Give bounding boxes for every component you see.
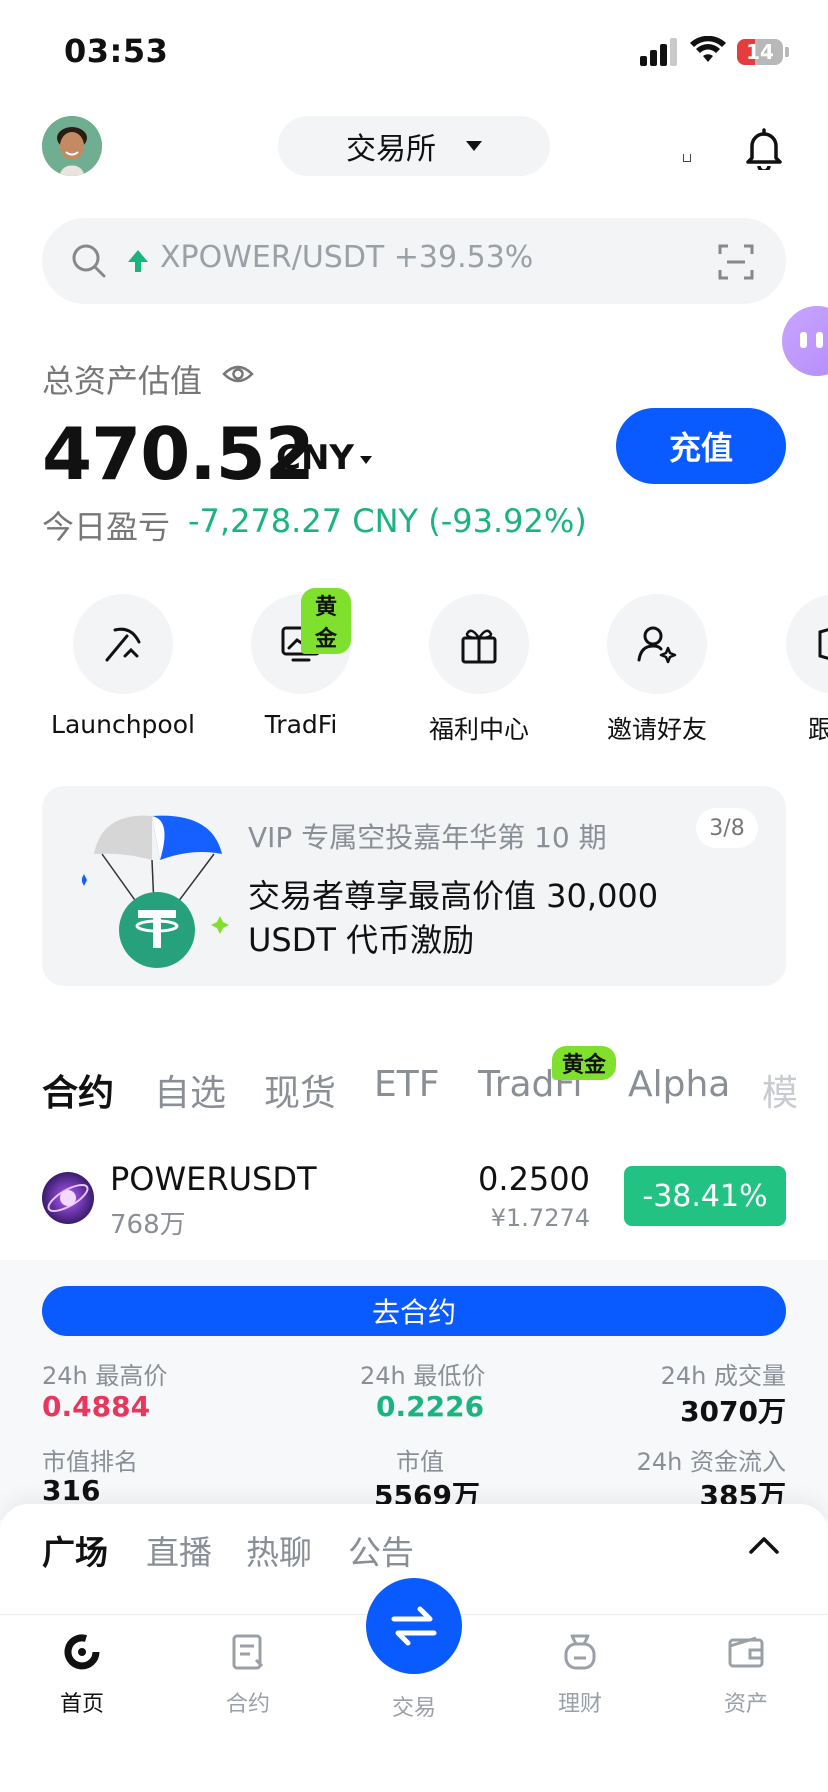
pnl-value: -7,278.27 CNY (-93.92%) [188,502,587,540]
eye-icon[interactable] [222,362,254,386]
tab-more[interactable]: 模 [762,1064,802,1116]
tab-favorites[interactable]: 自选 [154,1064,226,1116]
currency-caret-icon[interactable] [360,456,372,464]
stat-label: 24h 最低价 [360,1362,486,1390]
tab-alpha[interactable]: Alpha [628,1064,730,1105]
coin-logo-icon [42,1172,94,1224]
tab-futures[interactable]: 合约 [42,1064,114,1116]
cellular-signal-icon [640,38,677,66]
tab-live[interactable]: 直播 [146,1526,212,1574]
wallet-icon [728,1636,764,1668]
nav-label: 合约 [225,1692,270,1717]
shortcut-label: 跟 [808,715,828,744]
stat-value: 0.2226 [376,1390,485,1423]
shortcut-label: TradFi [264,710,338,739]
bell-icon[interactable] [744,126,784,170]
ai-assistant-bubble[interactable] [782,306,828,376]
stat-label: 市值 [396,1448,444,1476]
stat-label: 市值排名 [42,1448,138,1476]
shortcut-invite[interactable]: 邀请好友 [572,594,742,746]
shortcut-label: 邀请好友 [606,715,707,744]
scan-icon[interactable] [718,244,754,280]
battery-tip [785,47,789,57]
tab-hot-chat[interactable]: 热聊 [246,1526,312,1574]
earn-icon [564,1634,596,1670]
stat-label: 24h 成交量 [660,1362,786,1390]
market-symbol[interactable]: POWERUSDT [110,1160,317,1198]
nav-earn[interactable]: 理财 [520,1632,640,1718]
nav-label: 首页 [59,1692,104,1717]
stat-value: 0.4884 [42,1390,151,1423]
banner-subtitle: VIP 专属空投嘉年华第 10 期 [248,821,607,854]
exchange-switcher[interactable]: 交易所 [278,116,550,176]
search-icon [72,244,106,278]
tab-announcements[interactable]: 公告 [348,1526,414,1574]
market-price: 0.2500 [478,1160,590,1198]
nav-assets[interactable]: 资产 [686,1632,806,1718]
trend-up-icon [128,250,148,272]
copy-trade-icon [818,628,828,660]
pickaxe-icon [105,627,141,662]
shortcut-tradfi[interactable]: 黄金 TradFi [216,588,386,739]
battery-level: 14 [746,40,774,64]
currency-unit[interactable]: CNY [276,438,354,478]
battery-icon: 14 [737,39,783,65]
promo-banner[interactable]: VIP 专属空投嘉年华第 10 期 交易者尊享最高价值 30,000 USDT … [42,786,786,986]
nav-home[interactable]: 首页 [22,1632,142,1718]
small-indicator-icon [683,154,691,162]
chevron-up-icon[interactable] [748,1534,780,1556]
tab-spot[interactable]: 现货 [264,1064,336,1116]
deposit-button[interactable]: 充值 [616,408,786,484]
caret-down-icon [466,141,482,151]
shortcut-rewards[interactable]: 福利中心 [394,594,564,746]
shortcut-copytrade[interactable]: 跟 [750,594,828,746]
trade-button[interactable] [366,1578,462,1674]
contract-icon [232,1634,264,1670]
status-time: 03:53 [64,32,169,70]
total-assets-value: 470.52 [42,412,315,496]
nav-futures[interactable]: 合约 [188,1632,308,1718]
go-futures-button[interactable]: 去合约 [42,1286,786,1336]
shortcut-label: Launchpool [51,710,195,739]
trade-swap-icon [391,1606,437,1646]
nav-label: 资产 [723,1692,768,1717]
exchange-label: 交易所 [346,132,436,167]
stat-label: 24h 资金流入 [636,1448,786,1476]
gold-badge: 黄金 [552,1046,617,1080]
shortcut-label: 福利中心 [428,715,529,744]
nav-label: 交易 [391,1696,436,1721]
total-assets-label: 总资产估值 [42,362,203,400]
avatar[interactable] [42,116,102,176]
banner-title: 交易者尊享最高价值 30,000 USDT 代币激励 [248,877,659,959]
tab-etf[interactable]: ETF [374,1064,439,1105]
pnl-label: 今日盈亏 [42,508,171,546]
stat-value: 316 [42,1474,101,1507]
gift-icon [461,629,497,664]
usdt-parachute-icon [82,815,229,968]
market-price-cny: ¥1.7274 [490,1204,590,1232]
market-volume: 768万 [110,1210,186,1240]
nav-trade[interactable]: 交易 [354,1690,474,1722]
search-trending-text: XPOWER/USDT +39.53% [160,240,534,275]
search-bar[interactable]: XPOWER/USDT +39.53% [42,218,786,304]
shortcut-launchpool[interactable]: Launchpool [38,594,208,739]
banner-page-indicator: 3/8 [696,808,758,848]
tab-square[interactable]: 广场 [42,1526,108,1574]
home-icon [64,1634,100,1670]
market-detail-panel: 去合约 24h 最高价 0.4884 24h 最低价 0.2226 24h 成交… [0,1260,828,1520]
wifi-icon [690,36,726,62]
stat-value: 3070万 [680,1395,786,1428]
market-change-badge[interactable]: -38.41% [624,1166,786,1226]
invite-user-icon [637,626,677,664]
stat-label: 24h 最高价 [42,1362,168,1390]
gold-badge: 黄金 [301,588,351,654]
nav-label: 理财 [557,1692,602,1717]
